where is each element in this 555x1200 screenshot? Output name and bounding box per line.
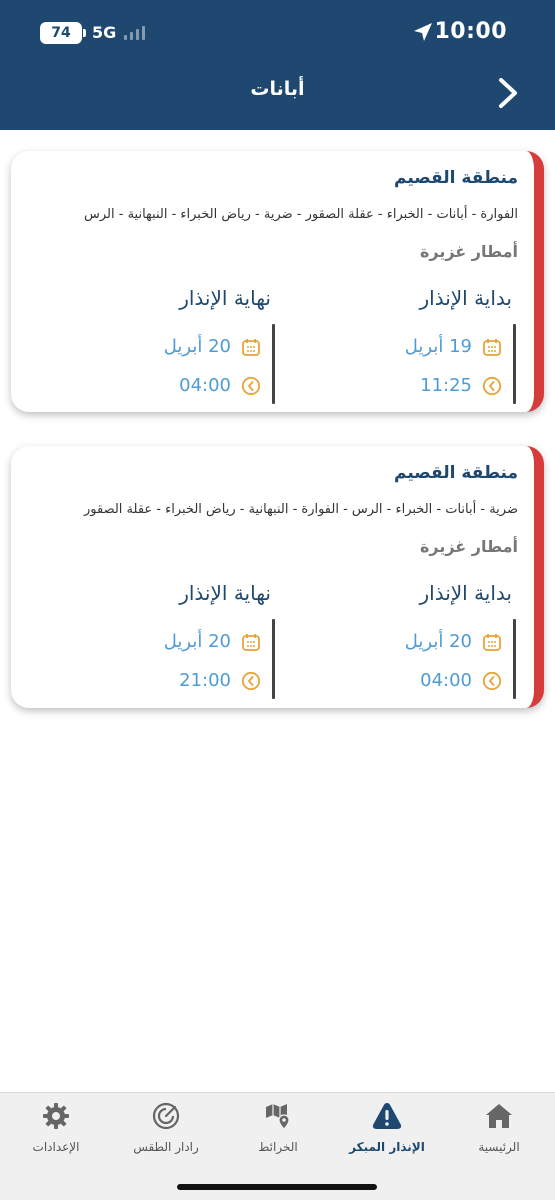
gear-icon (43, 1103, 69, 1129)
tab-weather-radar[interactable]: رادار الطقس (116, 1101, 216, 1171)
clock-chevron-icon (482, 671, 502, 690)
start-time-row: 04:00 (420, 670, 502, 691)
radar-icon (152, 1102, 180, 1130)
status-time: 10:00 (434, 19, 507, 44)
tab-home[interactable]: الرئيسية (449, 1101, 549, 1171)
start-date-row: 20 أبريل (405, 631, 502, 652)
warning-start-column: بداية الإنذار 19 أبريل 11:25 (316, 286, 516, 406)
tab-home-label: الرئيسية (478, 1140, 520, 1154)
clock-chevron-icon (241, 671, 261, 690)
divider-line (272, 324, 275, 404)
end-date: 20 أبريل (163, 631, 231, 652)
warning-type: أمطار غزيرة (419, 537, 518, 556)
start-date: 19 أبريل (404, 336, 472, 357)
network-label: 5G (92, 23, 117, 42)
start-time-row: 11:25 (420, 375, 502, 396)
end-time-row: 21:00 (179, 670, 261, 691)
start-time: 11:25 (420, 375, 472, 396)
warning-areas: ضرية - أبانات - الخبراء - الرس - الفوارة… (84, 502, 518, 517)
warning-end-column: نهاية الإنذار 20 أبريل 21:00 (75, 581, 275, 701)
tab-early-warning[interactable]: الإنذار المبكر (337, 1101, 437, 1171)
calendar-icon (242, 338, 260, 356)
end-label: نهاية الإنذار (179, 581, 271, 605)
home-indicator[interactable] (177, 1184, 377, 1190)
calendar-icon (483, 338, 501, 356)
start-date: 20 أبريل (404, 631, 472, 652)
divider-line (272, 619, 275, 699)
tab-settings[interactable]: الإعدادات (6, 1101, 106, 1171)
tab-early-warning-label: الإنذار المبكر (349, 1140, 425, 1154)
start-label: بداية الإنذار (419, 581, 512, 605)
home-icon (486, 1104, 512, 1128)
divider-line (513, 324, 516, 404)
warning-start-column: بداية الإنذار 20 أبريل 04:00 (316, 581, 516, 701)
warning-end-column: نهاية الإنذار 20 أبريل 04:00 (75, 286, 275, 406)
end-time-row: 04:00 (179, 375, 261, 396)
end-date-row: 20 أبريل (164, 631, 261, 652)
warning-card[interactable]: منطقة القصيم ضرية - أبانات - الخبراء - ا… (11, 446, 544, 708)
warning-triangle-icon (372, 1103, 402, 1129)
calendar-icon (242, 633, 260, 651)
tab-weather-radar-label: رادار الطقس (133, 1140, 199, 1154)
tab-maps[interactable]: الخرائط (228, 1101, 328, 1171)
start-time: 04:00 (420, 670, 472, 691)
warning-card[interactable]: منطقة القصيم الفوارة - أبانات - الخبراء … (11, 151, 544, 412)
signal-icon (124, 26, 145, 40)
divider-line (513, 619, 516, 699)
end-date: 20 أبريل (163, 336, 231, 357)
page-title: أبانات (250, 78, 305, 100)
end-date-row: 20 أبريل (164, 336, 261, 357)
warning-region: منطقة القصيم (394, 168, 518, 188)
tab-maps-label: الخرائط (258, 1140, 298, 1154)
back-chevron-icon[interactable] (495, 76, 521, 110)
start-label: بداية الإنذار (419, 286, 512, 310)
header-bar: 74 5G 10:00 أبانات (0, 0, 555, 130)
clock-chevron-icon (241, 376, 261, 395)
start-date-row: 19 أبريل (405, 336, 502, 357)
battery-indicator: 74 (40, 22, 86, 44)
calendar-icon (483, 633, 501, 651)
clock-chevron-icon (482, 376, 502, 395)
end-time: 21:00 (179, 670, 231, 691)
warning-type: أمطار غزيرة (419, 242, 518, 261)
app-screen: 74 5G 10:00 أبانات منطقة القصيم الفوارة … (0, 0, 555, 1200)
warning-areas: الفوارة - أبانات - الخبراء - عقلة الصقور… (84, 207, 518, 222)
tab-settings-label: الإعدادات (32, 1140, 80, 1154)
warning-region: منطقة القصيم (394, 463, 518, 483)
end-label: نهاية الإنذار (179, 286, 271, 310)
end-time: 04:00 (179, 375, 231, 396)
map-pin-icon (266, 1104, 290, 1130)
location-arrow-icon (414, 23, 432, 41)
